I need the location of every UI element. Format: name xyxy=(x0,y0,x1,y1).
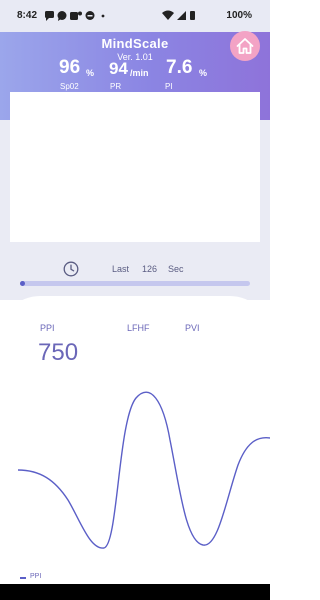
message-icon-tail xyxy=(46,18,49,21)
spo2-value: 96 xyxy=(59,57,81,78)
pi-unit: % xyxy=(199,68,208,78)
progress-bar xyxy=(20,281,250,286)
status-time: 8:42 xyxy=(17,10,38,21)
dot-icon xyxy=(101,14,105,18)
pi-value: 7.6 xyxy=(166,57,193,78)
legend-label: PPI xyxy=(30,573,42,580)
home-icon xyxy=(236,38,254,54)
pr-value: 94 xyxy=(109,59,128,78)
app-version: Ver. 1.01 xyxy=(117,52,153,62)
ppi-wave-line xyxy=(17,391,270,549)
ppi-waveform xyxy=(17,391,270,549)
navigation-bar xyxy=(0,584,270,600)
battery-icon xyxy=(190,11,195,20)
pi-label: PI xyxy=(165,82,173,91)
pr-label: PR xyxy=(110,82,122,91)
tab-pvi[interactable]: PVI xyxy=(185,323,200,333)
spo2-label: Sp02 xyxy=(60,82,79,91)
selected-metric-value: 750 xyxy=(38,339,79,366)
wifi-icon xyxy=(162,10,174,20)
teams-icon-dot xyxy=(78,11,82,16)
tab-lfhf[interactable]: LFHF xyxy=(127,323,150,333)
progress-fill xyxy=(20,281,25,286)
system-icons xyxy=(162,10,195,20)
home-button[interactable] xyxy=(230,31,260,61)
timer-prefix: Last xyxy=(112,264,130,274)
teams-icon xyxy=(70,12,78,20)
spo2-unit: % xyxy=(86,68,95,78)
camera-preview xyxy=(10,92,260,242)
status-bar: 8:42 100% xyxy=(0,0,270,32)
tab-ppi[interactable]: PPI xyxy=(40,323,55,333)
message-icon xyxy=(45,11,54,18)
pr-unit: /min xyxy=(130,68,149,78)
legend-marker xyxy=(20,577,26,579)
battery-percent: 100% xyxy=(226,10,252,21)
timer-seconds: 126 xyxy=(142,264,158,274)
signal-icon xyxy=(177,11,186,20)
app-icon-mark xyxy=(87,15,93,17)
notification-icons xyxy=(45,11,105,21)
timer-suffix: Sec xyxy=(168,264,184,274)
clock-icon xyxy=(63,261,79,277)
